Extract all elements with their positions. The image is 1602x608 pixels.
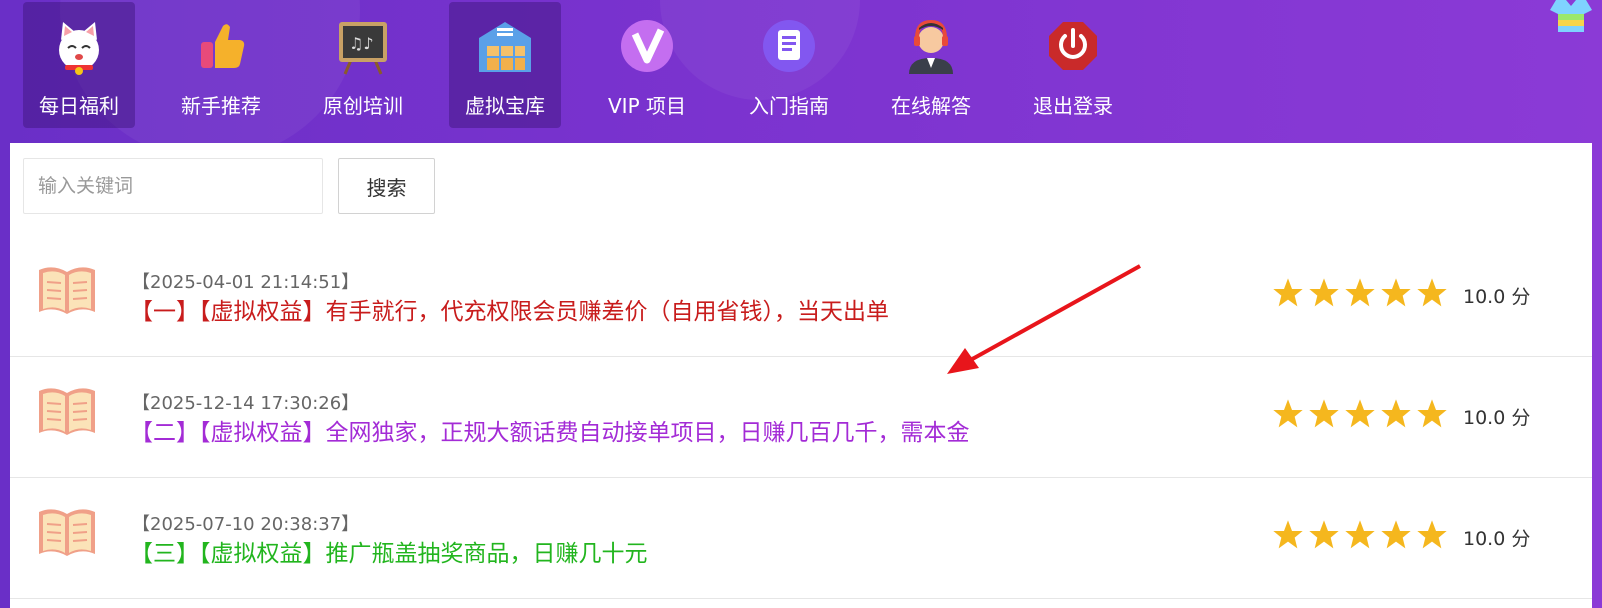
star-icon: [1345, 399, 1375, 428]
nav-item-newbie-recommend[interactable]: 新手推荐: [165, 2, 277, 128]
book-icon: [37, 385, 97, 437]
rating-score: 10.0 分: [1463, 286, 1531, 308]
search-input[interactable]: [23, 158, 323, 214]
content-panel: 搜索 【2025-04-01 21:14:51】 【一】【虚拟权益】有手就行，代…: [10, 143, 1592, 608]
nav-label: 虚拟宝库: [465, 94, 545, 118]
nav-label: VIP 项目: [608, 94, 686, 118]
star-icon: [1417, 399, 1447, 428]
star-icon: [1417, 278, 1447, 307]
nav-label: 在线解答: [891, 94, 971, 118]
nav-item-online-help[interactable]: 在线解答: [875, 2, 987, 128]
power-icon: [1043, 16, 1103, 76]
annotation-arrow: [947, 264, 1141, 374]
article-date: 【2025-04-01 21:14:51】: [132, 272, 360, 293]
nav-label: 原创培训: [323, 94, 403, 118]
nav-item-original-training[interactable]: ♫♪ 原创培训: [307, 2, 419, 128]
list-item[interactable]: 【2025-07-10 20:38:37】 【三】【虚拟权益】推广瓶盖抽奖商品，…: [10, 478, 1592, 599]
nav-label: 新手推荐: [181, 94, 261, 118]
star-icon: [1381, 520, 1411, 549]
article-date: 【2025-12-14 17:30:26】: [132, 393, 360, 414]
book-icon: [37, 506, 97, 558]
rating-stars: [1272, 519, 1452, 551]
star-icon: [1309, 399, 1339, 428]
chalkboard-icon: ♫♪: [333, 16, 393, 76]
nav-item-vip-projects[interactable]: VIP 项目: [591, 2, 703, 128]
star-icon: [1345, 278, 1375, 307]
book-icon: [37, 264, 97, 316]
nav-label: 入门指南: [749, 94, 829, 118]
search-button[interactable]: 搜索: [338, 158, 435, 214]
article-list: 【2025-04-01 21:14:51】 【一】【虚拟权益】有手就行，代充权限…: [10, 236, 1592, 599]
article-title-link[interactable]: 【一】【虚拟权益】有手就行，代充权限会员赚差价（自用省钱），当天出单: [130, 292, 889, 326]
star-icon: [1417, 520, 1447, 549]
article-title-link[interactable]: 【三】【虚拟权益】推广瓶盖抽奖商品，日赚几十元: [130, 534, 648, 568]
support-agent-icon: [901, 16, 961, 76]
vip-icon: [617, 16, 677, 76]
nav-item-logout[interactable]: 退出登录: [1017, 2, 1129, 128]
rating-stars: [1272, 277, 1452, 309]
rating-score: 10.0 分: [1463, 407, 1531, 429]
list-item[interactable]: 【2025-04-01 21:14:51】 【一】【虚拟权益】有手就行，代充权限…: [10, 236, 1592, 357]
star-icon: [1381, 399, 1411, 428]
nav-item-daily-benefits[interactable]: 每日福利: [23, 2, 135, 128]
rating-stars: [1272, 398, 1452, 430]
star-icon: [1273, 520, 1303, 549]
article-date: 【2025-07-10 20:38:37】: [132, 514, 360, 535]
document-icon: [759, 16, 819, 76]
nav-menu: 每日福利 新手推荐 ♫♪ 原创培训 虚拟宝库 VIP 项目 入门指南 在线解答 …: [23, 2, 1159, 128]
star-icon: [1309, 278, 1339, 307]
article-title-link[interactable]: 【二】【虚拟权益】全网独家，正规大额话费自动接单项目，日赚几百几千，需本金: [130, 413, 970, 447]
nav-item-virtual-vault[interactable]: 虚拟宝库: [449, 2, 561, 128]
list-item[interactable]: 【2025-12-14 17:30:26】 【二】【虚拟权益】全网独家，正规大额…: [10, 357, 1592, 478]
svg-text:♫♪: ♫♪: [349, 34, 374, 53]
lucky-cat-icon: [49, 16, 109, 76]
rating-score: 10.0 分: [1463, 528, 1531, 550]
star-icon: [1309, 520, 1339, 549]
thumbs-up-icon: [191, 16, 251, 76]
star-icon: [1273, 399, 1303, 428]
warehouse-icon: [475, 16, 535, 76]
star-icon: [1345, 520, 1375, 549]
nav-label: 退出登录: [1033, 94, 1113, 118]
star-icon: [1273, 278, 1303, 307]
rainbow-shirt-icon[interactable]: [1550, 0, 1592, 32]
star-icon: [1381, 278, 1411, 307]
nav-label: 每日福利: [39, 94, 119, 118]
top-nav-bar: 每日福利 新手推荐 ♫♪ 原创培训 虚拟宝库 VIP 项目 入门指南 在线解答 …: [0, 0, 1602, 143]
nav-item-getting-started[interactable]: 入门指南: [733, 2, 845, 128]
